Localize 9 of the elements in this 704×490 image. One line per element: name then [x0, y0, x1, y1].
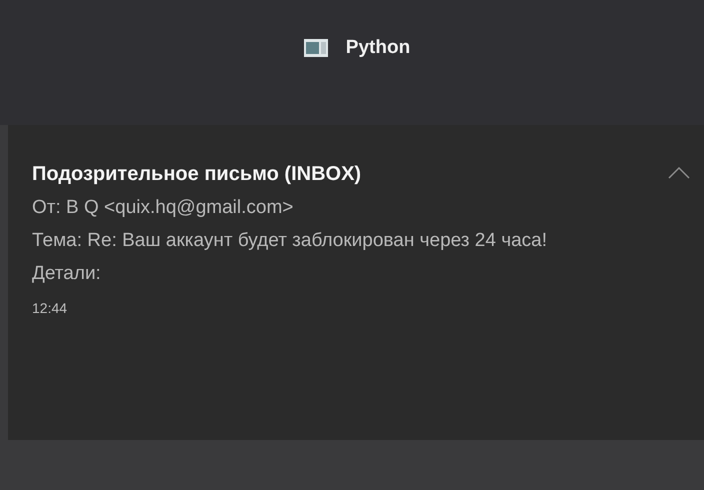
notification-card[interactable]: Подозрительное письмо (INBOX) От: B Q <quix.hq@gmail.com> Тема: Re: Ваш аккаунт будет заблокирован через 24 часа! Детали: 12:44 — [8, 125, 704, 440]
window-icon — [304, 38, 328, 56]
timestamp: 12:44 — [32, 300, 68, 316]
collapse-icon[interactable] — [668, 167, 690, 181]
notification-title: Подозрительное письмо (INBOX) — [32, 163, 362, 186]
notification-text: От: B Q <quix.hq@gmail.com> — [32, 196, 294, 220]
notification-text: Тема: Re: Ваш аккаунт будет заблокирован через 24 часа! — [32, 229, 548, 253]
app-name: Python — [346, 36, 410, 58]
notification-text: Детали: — [32, 262, 102, 286]
